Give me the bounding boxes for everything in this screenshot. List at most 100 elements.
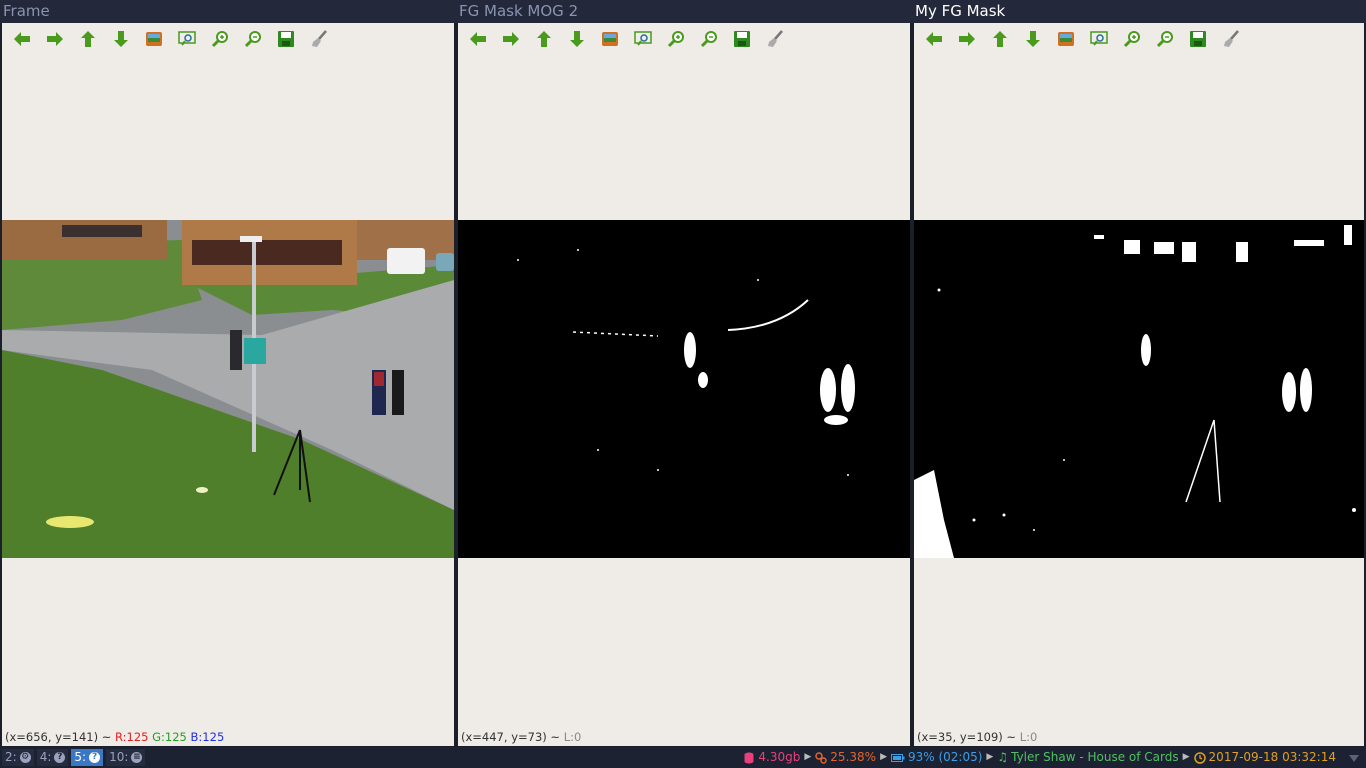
clock-value: 2017-09-18 03:32:14: [1208, 750, 1336, 764]
image-button[interactable]: [142, 27, 166, 51]
separator-arrow-icon: ▶: [986, 752, 994, 762]
mask-image[interactable]: [914, 220, 1364, 558]
window-title: My FG Mask: [912, 0, 1366, 23]
zoom-in-icon: [211, 31, 228, 48]
workspace-4[interactable]: 4: ?: [36, 749, 69, 766]
frame-image[interactable]: [2, 220, 454, 558]
triangle-down-icon: [1349, 754, 1359, 762]
coords-text: (x=656, y=141) ~: [5, 730, 116, 744]
save-icon: [1190, 31, 1206, 47]
arrow-right-button[interactable]: [955, 27, 979, 51]
luminance-value: L:0: [563, 730, 582, 744]
image-button[interactable]: [598, 27, 622, 51]
music-title: Tyler Shaw - House of Cards: [1011, 750, 1179, 764]
window-frame[interactable]: Frame (x=656, y=141) ~ R:125 G:125 B:125: [0, 0, 456, 746]
arrow-down-button[interactable]: [109, 27, 133, 51]
arrow-down-button[interactable]: [1021, 27, 1045, 51]
battery-icon: [890, 753, 905, 762]
workspace-5[interactable]: 5: ?: [71, 749, 104, 766]
zoom-out-button[interactable]: [241, 27, 265, 51]
help-icon: ?: [54, 752, 66, 763]
arrow-down-icon: [570, 31, 584, 47]
red-value: R:125: [115, 730, 149, 744]
arrow-up-button[interactable]: [76, 27, 100, 51]
save-icon: [278, 31, 294, 47]
zoom-in-button[interactable]: [208, 27, 232, 51]
cpu-icon: [815, 751, 828, 764]
status-bar: 2: ⚙ 4: ? 5: ? 10: ≡ 4.30gb ▶ 25.38% ▶ 9…: [0, 747, 1366, 768]
arrow-right-icon: [47, 32, 63, 46]
image-button[interactable]: [1054, 27, 1078, 51]
window-title: FG Mask MOG 2: [456, 0, 912, 23]
arrow-left-button[interactable]: [10, 27, 34, 51]
brush-icon: [768, 30, 783, 47]
brush-button[interactable]: [307, 27, 331, 51]
workspace-label: 2:: [5, 750, 17, 764]
clock-icon: [1193, 751, 1206, 764]
separator-arrow-icon: ▶: [1182, 752, 1190, 762]
zoom-fit-icon: [634, 31, 652, 46]
arrow-right-button[interactable]: [499, 27, 523, 51]
toolbar: [466, 27, 787, 51]
save-button[interactable]: [730, 27, 754, 51]
window-my-fg-mask[interactable]: My FG Mask (x=35, y=109) ~ L:0: [912, 0, 1366, 746]
coords-text: (x=35, y=109) ~: [917, 730, 1020, 744]
zoom-fit-button[interactable]: [175, 27, 199, 51]
arrow-up-button[interactable]: [988, 27, 1012, 51]
zoom-fit-icon: [178, 31, 196, 46]
window-fg-mask-mog2[interactable]: FG Mask MOG 2 (x=447, y=73) ~ L:0: [456, 0, 912, 746]
arrow-up-button[interactable]: [532, 27, 556, 51]
separator-arrow-icon: ▶: [880, 752, 887, 762]
arrow-left-button[interactable]: [922, 27, 946, 51]
workspace-2[interactable]: 2: ⚙: [2, 749, 34, 766]
arrow-down-button[interactable]: [565, 27, 589, 51]
mask-image[interactable]: [458, 220, 910, 558]
brush-icon: [312, 30, 327, 47]
workspace-label: 5:: [74, 750, 87, 764]
toolbar: [922, 27, 1243, 51]
zoom-out-icon: [700, 31, 717, 48]
database-icon: [744, 752, 754, 763]
image-icon: [1058, 32, 1074, 46]
system-tray: 4.30gb ▶ 25.38% ▶ 93% (02:05) ▶ ♫ Tyler …: [743, 747, 1360, 768]
save-button[interactable]: [274, 27, 298, 51]
arrow-left-icon: [14, 32, 30, 46]
workspace-label: 4:: [39, 750, 52, 764]
memory-value: 4.30gb: [758, 750, 801, 764]
pixel-readout: (x=656, y=141) ~ R:125 G:125 B:125: [5, 730, 224, 744]
zoom-fit-icon: [1090, 31, 1108, 46]
arrow-right-icon: [959, 32, 975, 46]
zoom-fit-button[interactable]: [1087, 27, 1111, 51]
tray-dropdown[interactable]: [1348, 752, 1360, 764]
zoom-out-icon: [244, 31, 261, 48]
memory-indicator: 4.30gb: [743, 747, 800, 768]
window-title: Frame: [0, 0, 456, 23]
zoom-in-button[interactable]: [664, 27, 688, 51]
zoom-fit-button[interactable]: [631, 27, 655, 51]
arrow-right-button[interactable]: [43, 27, 67, 51]
blue-value: B:125: [190, 730, 225, 744]
brush-button[interactable]: [1219, 27, 1243, 51]
zoom-in-icon: [1123, 31, 1140, 48]
arrow-down-icon: [114, 31, 128, 47]
arrow-up-icon: [993, 31, 1007, 47]
save-button[interactable]: [1186, 27, 1210, 51]
window-client: (x=656, y=141) ~ R:125 G:125 B:125: [2, 23, 454, 746]
battery-value: 93% (02:05): [907, 750, 983, 764]
help-icon: ?: [89, 752, 101, 763]
workspace-10[interactable]: 10: ≡: [106, 749, 146, 766]
music-indicator[interactable]: ♫ Tyler Shaw - House of Cards: [997, 747, 1178, 768]
zoom-in-icon: [667, 31, 684, 48]
toolbar: [10, 27, 331, 51]
brush-button[interactable]: [763, 27, 787, 51]
separator-arrow-icon: ▶: [804, 752, 812, 762]
arrow-left-button[interactable]: [466, 27, 490, 51]
browser-icon: ⚙: [19, 752, 31, 763]
zoom-out-button[interactable]: [697, 27, 721, 51]
arrow-down-icon: [1026, 31, 1040, 47]
zoom-out-button[interactable]: [1153, 27, 1177, 51]
zoom-in-button[interactable]: [1120, 27, 1144, 51]
battery-indicator: 93% (02:05): [890, 747, 983, 768]
image-icon: [602, 32, 618, 46]
workspace-list: 2: ⚙ 4: ? 5: ? 10: ≡: [2, 749, 146, 766]
